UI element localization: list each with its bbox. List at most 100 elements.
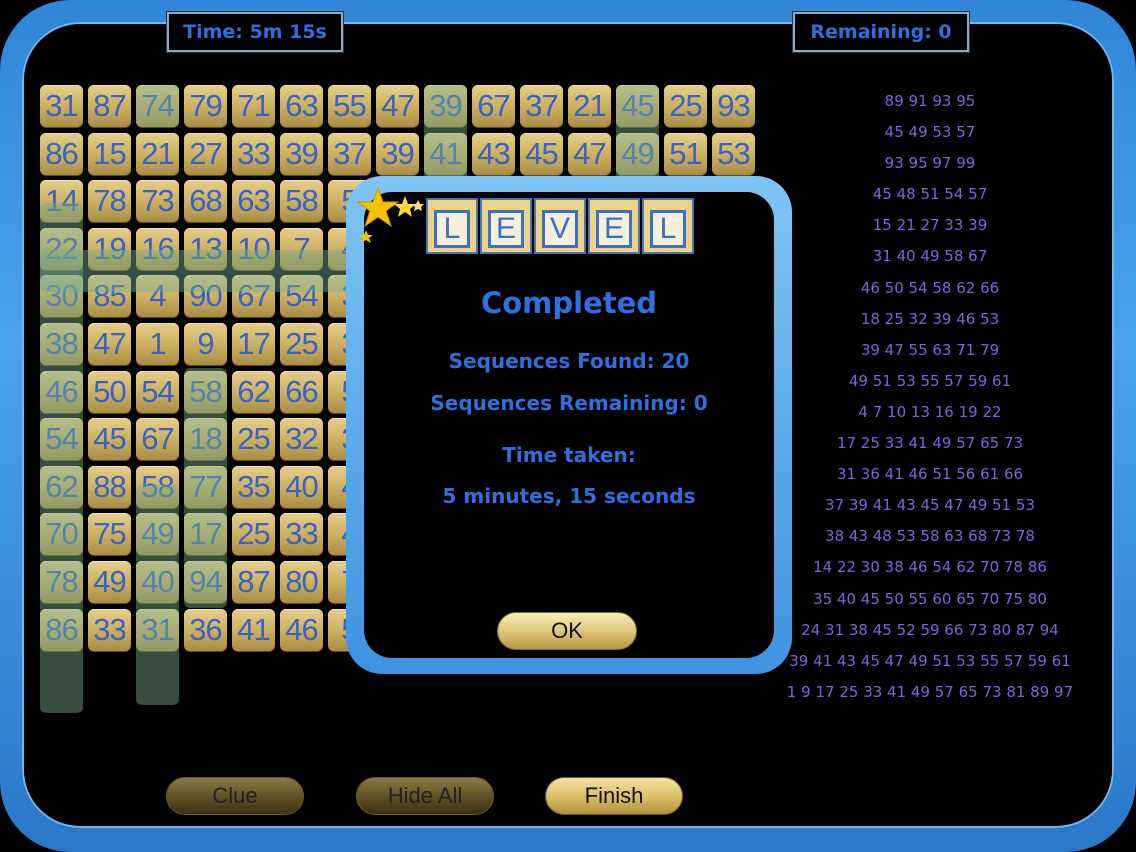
grid-cell[interactable]: 17 bbox=[232, 323, 275, 365]
sequence-item: 31 36 41 46 51 56 61 66 bbox=[836, 465, 1024, 484]
grid-cell[interactable]: 68 bbox=[184, 180, 227, 223]
timer-display: Time: 5m 15s bbox=[167, 12, 343, 52]
hide-all-button[interactable]: Hide All bbox=[356, 777, 494, 815]
time-taken-label: Time taken: bbox=[502, 443, 636, 467]
grid-cell[interactable]: 67 bbox=[472, 85, 515, 127]
logo-block: E bbox=[588, 198, 640, 254]
sequence-item: 89 91 93 95 bbox=[884, 92, 976, 110]
grid-cell[interactable]: 71 bbox=[232, 85, 275, 127]
grid-cell[interactable]: 27 bbox=[184, 132, 227, 175]
grid-cell[interactable]: 21 bbox=[568, 85, 611, 127]
grid-cell[interactable]: 25 bbox=[280, 323, 323, 365]
logo-block: E bbox=[480, 198, 532, 254]
grid-cell[interactable]: 43 bbox=[472, 132, 515, 175]
sequence-list: 89 91 93 95 45 49 53 57 93 95 97 99 45 48 5… bbox=[770, 86, 1090, 708]
grid-cell[interactable]: 33 bbox=[280, 513, 323, 556]
grid-cell[interactable]: 39 bbox=[376, 132, 419, 175]
grid-cell[interactable]: 39 bbox=[280, 132, 323, 175]
grid-cell[interactable]: 87 bbox=[88, 85, 131, 127]
grid-cell[interactable]: 37 bbox=[328, 132, 371, 175]
time-taken-value: 5 minutes, 15 seconds bbox=[442, 484, 696, 508]
grid-cell[interactable]: 1 bbox=[136, 323, 179, 365]
grid-cell[interactable]: 88 bbox=[88, 465, 131, 508]
grid-cell[interactable]: 63 bbox=[280, 85, 323, 127]
dialog-panel bbox=[364, 192, 774, 658]
sequences-found-text: Sequences Found: 20 bbox=[448, 349, 690, 373]
found-sequence-highlight bbox=[136, 485, 179, 705]
grid-cell[interactable]: 75 bbox=[88, 513, 131, 556]
logo-letter: E bbox=[596, 210, 632, 248]
sequence-item: 31 40 49 58 67 bbox=[872, 247, 988, 266]
sequence-item: 18 25 32 39 46 53 bbox=[860, 309, 1000, 328]
grid-cell[interactable]: 45 bbox=[88, 418, 131, 461]
grid-cell[interactable]: 25 bbox=[232, 513, 275, 556]
grid-cell[interactable]: 78 bbox=[88, 180, 131, 223]
found-sequence-highlight bbox=[184, 368, 227, 608]
sequence-item: 45 48 51 54 57 bbox=[872, 185, 988, 204]
finish-button[interactable]: Finish bbox=[545, 777, 683, 815]
grid-cell[interactable]: 25 bbox=[664, 85, 707, 127]
grid-cell[interactable]: 15 bbox=[88, 132, 131, 175]
stars-icon bbox=[356, 186, 424, 243]
grid-cell[interactable]: 80 bbox=[280, 561, 323, 603]
sequence-item: 17 25 33 41 49 57 65 73 bbox=[836, 434, 1024, 453]
grid-cell[interactable]: 32 bbox=[280, 418, 323, 461]
grid-cell[interactable]: 86 bbox=[40, 132, 83, 175]
found-sequence-highlight bbox=[40, 250, 370, 292]
grid-cell[interactable]: 87 bbox=[232, 561, 275, 603]
grid-cell[interactable]: 50 bbox=[88, 370, 131, 413]
logo-block: L bbox=[642, 198, 694, 254]
grid-cell[interactable]: 45 bbox=[520, 132, 563, 175]
grid-cell[interactable]: 58 bbox=[280, 180, 323, 223]
grid-cell[interactable]: 31 bbox=[40, 85, 83, 127]
sequence-item: 49 51 53 55 57 59 61 bbox=[848, 371, 1012, 390]
grid-cell[interactable]: 41 bbox=[232, 608, 275, 651]
grid-cell[interactable]: 49 bbox=[88, 561, 131, 603]
dialog-title: Completed bbox=[480, 286, 658, 320]
grid-cell[interactable]: 67 bbox=[136, 418, 179, 461]
grid-cell[interactable]: 51 bbox=[664, 132, 707, 175]
grid-cell[interactable]: 40 bbox=[280, 465, 323, 508]
grid-cell[interactable]: 33 bbox=[88, 608, 131, 651]
logo-letter: L bbox=[650, 210, 686, 248]
grid-cell[interactable]: 36 bbox=[184, 608, 227, 651]
grid-cell[interactable]: 53 bbox=[712, 132, 755, 175]
grid-cell[interactable]: 25 bbox=[232, 418, 275, 461]
sequence-item: 38 43 48 53 58 63 68 73 78 bbox=[825, 527, 1035, 546]
clue-button[interactable]: Clue bbox=[166, 777, 304, 815]
grid-cell[interactable]: 54 bbox=[136, 370, 179, 413]
sequence-item: 93 95 97 99 bbox=[884, 154, 976, 173]
grid-cell[interactable]: 21 bbox=[136, 132, 179, 175]
logo-letter: V bbox=[542, 210, 578, 248]
grid-cell[interactable]: 35 bbox=[232, 465, 275, 508]
grid-cell[interactable]: 63 bbox=[232, 180, 275, 223]
grid-cell[interactable]: 93 bbox=[712, 85, 755, 127]
grid-cell[interactable]: 47 bbox=[376, 85, 419, 127]
sequence-item: 45 49 53 57 bbox=[884, 123, 976, 142]
grid-cell[interactable]: 47 bbox=[88, 323, 131, 365]
sequence-item: 35 40 45 50 55 60 65 70 75 80 bbox=[813, 589, 1047, 608]
sequence-item: 15 21 27 33 39 bbox=[872, 216, 988, 235]
grid-cell[interactable]: 46 bbox=[280, 608, 323, 651]
ok-button[interactable]: OK bbox=[497, 612, 637, 650]
sequence-item: 4 7 10 13 16 19 22 bbox=[858, 402, 1002, 421]
found-sequence-highlight bbox=[136, 85, 179, 127]
grid-cell[interactable]: 79 bbox=[184, 85, 227, 127]
sequence-item: 39 41 43 45 47 49 51 53 55 57 59 61 bbox=[789, 651, 1071, 670]
grid-cell[interactable]: 33 bbox=[232, 132, 275, 175]
logo-block: V bbox=[534, 198, 586, 254]
logo-letter: L bbox=[434, 210, 470, 248]
grid-cell[interactable]: 73 bbox=[136, 180, 179, 223]
grid-cell[interactable]: 55 bbox=[328, 85, 371, 127]
grid-cell[interactable]: 66 bbox=[280, 370, 323, 413]
remaining-display: Remaining: 0 bbox=[793, 12, 969, 52]
logo-block: L bbox=[426, 198, 478, 254]
grid-cell[interactable]: 47 bbox=[568, 132, 611, 175]
sequence-item: 24 31 38 45 52 59 66 73 80 87 94 bbox=[801, 620, 1059, 639]
sequences-remaining-text: Sequences Remaining: 0 bbox=[430, 391, 708, 415]
grid-cell[interactable]: 9 bbox=[184, 323, 227, 365]
grid-cell[interactable]: 37 bbox=[520, 85, 563, 127]
sequence-item: 14 22 30 38 46 54 62 70 78 86 bbox=[813, 558, 1047, 577]
grid-cell[interactable]: 62 bbox=[232, 370, 275, 413]
sequence-item: 37 39 41 43 45 47 49 51 53 bbox=[825, 496, 1035, 515]
